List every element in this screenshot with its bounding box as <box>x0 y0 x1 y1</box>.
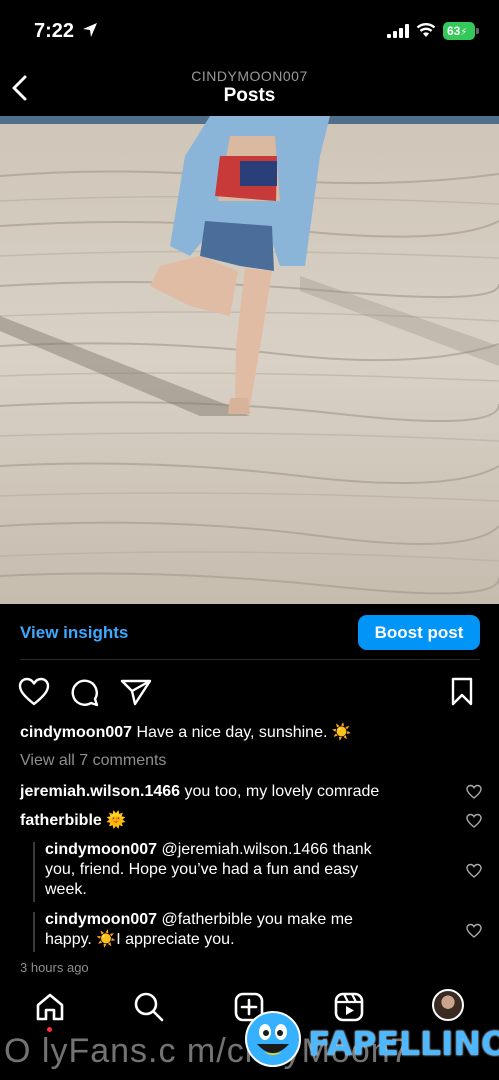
page-title: Posts <box>223 85 276 106</box>
search-icon[interactable] <box>133 991 165 1023</box>
reply-username[interactable]: cindymoon007 <box>45 911 157 928</box>
home-icon[interactable] <box>34 991 66 1023</box>
cellular-signal-icon <box>387 24 409 38</box>
share-button[interactable] <box>120 678 152 706</box>
caption-username[interactable]: cindymoon007 <box>20 724 132 741</box>
location-arrow-icon <box>83 23 97 37</box>
insights-row: View insights Boost post <box>0 604 499 660</box>
comment-like-heart-icon[interactable] <box>466 813 482 829</box>
comment-like-heart-icon[interactable] <box>466 784 482 800</box>
comment-item: jeremiah.wilson.1466 you too, my lovely … <box>20 782 379 802</box>
reply-thread-line <box>33 842 35 902</box>
divider <box>20 659 480 660</box>
status-bar: 7:22 63⚡ <box>0 0 499 62</box>
reels-icon[interactable] <box>333 991 365 1023</box>
reply-like-heart-icon[interactable] <box>466 923 482 939</box>
reply-like-heart-icon[interactable] <box>466 863 482 879</box>
post-caption: cindymoon007 Have a nice day, sunshine. … <box>20 722 352 742</box>
watermark-logo-icon <box>245 1011 301 1067</box>
boost-post-button[interactable]: Boost post <box>358 615 480 650</box>
caption-text: Have a nice day, sunshine. ☀️ <box>136 724 352 741</box>
save-button[interactable] <box>450 677 474 707</box>
reply-item: cindymoon007 @jeremiah.wilson.1466 thank… <box>45 840 372 900</box>
bookmark-icon <box>451 677 473 706</box>
post-timestamp: 3 hours ago <box>20 960 89 975</box>
profile-avatar[interactable] <box>432 989 464 1021</box>
comment-item: fatherbible 🌞 <box>20 811 126 831</box>
battery-indicator: 63⚡ <box>443 22 479 40</box>
reply-text-line: week. <box>45 881 87 898</box>
battery-level: 63 <box>447 24 461 38</box>
like-button[interactable] <box>18 677 50 707</box>
wifi-icon <box>416 23 436 37</box>
header-username: CINDYMOON007 <box>191 68 308 84</box>
reply-text-line: happy. ☀️I appreciate you. <box>45 931 235 948</box>
reply-thread-line <box>33 912 35 952</box>
status-time: 7:22 <box>34 20 75 42</box>
comment-text: 🌞 <box>106 812 127 829</box>
comment-text: you too, my lovely comrade <box>184 783 380 800</box>
reply-text-line: @fatherbible you make me <box>161 911 353 928</box>
header: CINDYMOON007 Posts <box>0 62 499 116</box>
reply-text-line: @jeremiah.wilson.1466 thank <box>161 841 372 858</box>
post-image[interactable] <box>0 116 499 604</box>
heart-icon <box>18 677 50 706</box>
view-insights-link[interactable]: View insights <box>20 623 128 643</box>
reply-item: cindymoon007 @fatherbible you make me ha… <box>45 910 353 950</box>
comment-bubble-icon <box>71 679 99 707</box>
comment-username[interactable]: fatherbible <box>20 812 102 829</box>
comment-username[interactable]: jeremiah.wilson.1466 <box>20 783 180 800</box>
watermark-brand: FAPELLINO <box>308 1024 499 1063</box>
reply-text-line: you, friend. Hope you’ve had a fun and e… <box>45 861 359 878</box>
beach-photo <box>0 116 499 604</box>
send-paper-plane-icon <box>120 679 152 706</box>
comment-button[interactable] <box>70 677 100 707</box>
view-all-comments-link[interactable]: View all 7 comments <box>20 752 166 770</box>
reply-username[interactable]: cindymoon007 <box>45 841 157 858</box>
